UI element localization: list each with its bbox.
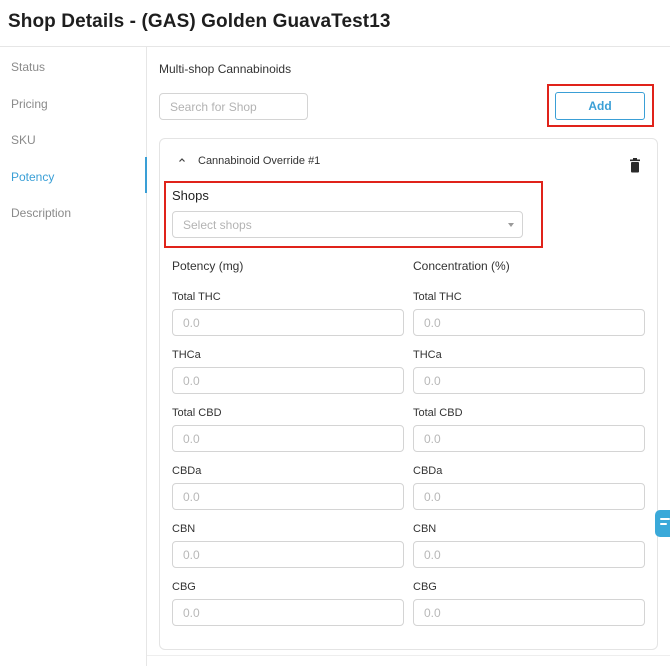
concentration-total-thc-input[interactable]: [413, 309, 645, 336]
chevron-up-icon[interactable]: [177, 155, 187, 165]
shops-label: Shops: [172, 188, 209, 203]
concentration-thca-label: THCa: [413, 349, 442, 361]
override-title: Cannabinoid Override #1: [198, 155, 321, 167]
potency-total-cbd-label: Total CBD: [172, 407, 222, 419]
shop-search-input[interactable]: [159, 93, 308, 120]
sidebar-item-status[interactable]: Status: [11, 60, 45, 74]
shops-select-placeholder: Select shops: [183, 218, 252, 232]
potency-cbda-input[interactable]: [172, 483, 404, 510]
caret-down-icon: [508, 223, 514, 227]
potency-cbda-label: CBDa: [172, 465, 202, 477]
section-title: Multi-shop Cannabinoids: [159, 62, 292, 76]
concentration-thca-input[interactable]: [413, 367, 645, 394]
sidebar-item-sku[interactable]: SKU: [11, 133, 36, 147]
concentration-column-header: Concentration (%): [413, 259, 510, 273]
potency-column-header: Potency (mg): [172, 259, 244, 273]
potency-thca-input[interactable]: [172, 367, 404, 394]
concentration-cbda-input[interactable]: [413, 483, 645, 510]
potency-total-thc-input[interactable]: [172, 309, 404, 336]
potency-total-thc-label: Total THC: [172, 291, 221, 303]
concentration-cbn-input[interactable]: [413, 541, 645, 568]
trash-icon[interactable]: [629, 158, 641, 173]
chat-icon-line: [660, 518, 670, 520]
concentration-total-cbd-input[interactable]: [413, 425, 645, 452]
concentration-cbg-input[interactable]: [413, 599, 645, 626]
concentration-cbda-label: CBDa: [413, 465, 443, 477]
concentration-total-cbd-label: Total CBD: [413, 407, 463, 419]
potency-thca-label: THCa: [172, 349, 201, 361]
sidebar-item-pricing[interactable]: Pricing: [11, 97, 48, 111]
add-button[interactable]: Add: [555, 92, 645, 120]
concentration-cbg-label: CBG: [413, 581, 437, 593]
active-tab-indicator: [145, 157, 147, 193]
sidebar-item-description[interactable]: Description: [11, 206, 71, 220]
page-title: Shop Details - (GAS) Golden GuavaTest13: [8, 11, 391, 32]
potency-cbg-label: CBG: [172, 581, 196, 593]
chat-icon-line: [660, 523, 667, 525]
sidebar: Status Pricing SKU Potency Description: [0, 47, 147, 666]
potency-cbn-input[interactable]: [172, 541, 404, 568]
potency-total-cbd-input[interactable]: [172, 425, 404, 452]
chat-icon[interactable]: [655, 510, 670, 537]
potency-cbn-label: CBN: [172, 523, 196, 535]
shops-select[interactable]: Select shops: [172, 211, 523, 238]
bottom-divider: [147, 655, 670, 656]
sidebar-item-potency[interactable]: Potency: [11, 170, 54, 184]
concentration-cbn-label: CBN: [413, 523, 437, 535]
concentration-total-thc-label: Total THC: [413, 291, 462, 303]
potency-cbg-input[interactable]: [172, 599, 404, 626]
